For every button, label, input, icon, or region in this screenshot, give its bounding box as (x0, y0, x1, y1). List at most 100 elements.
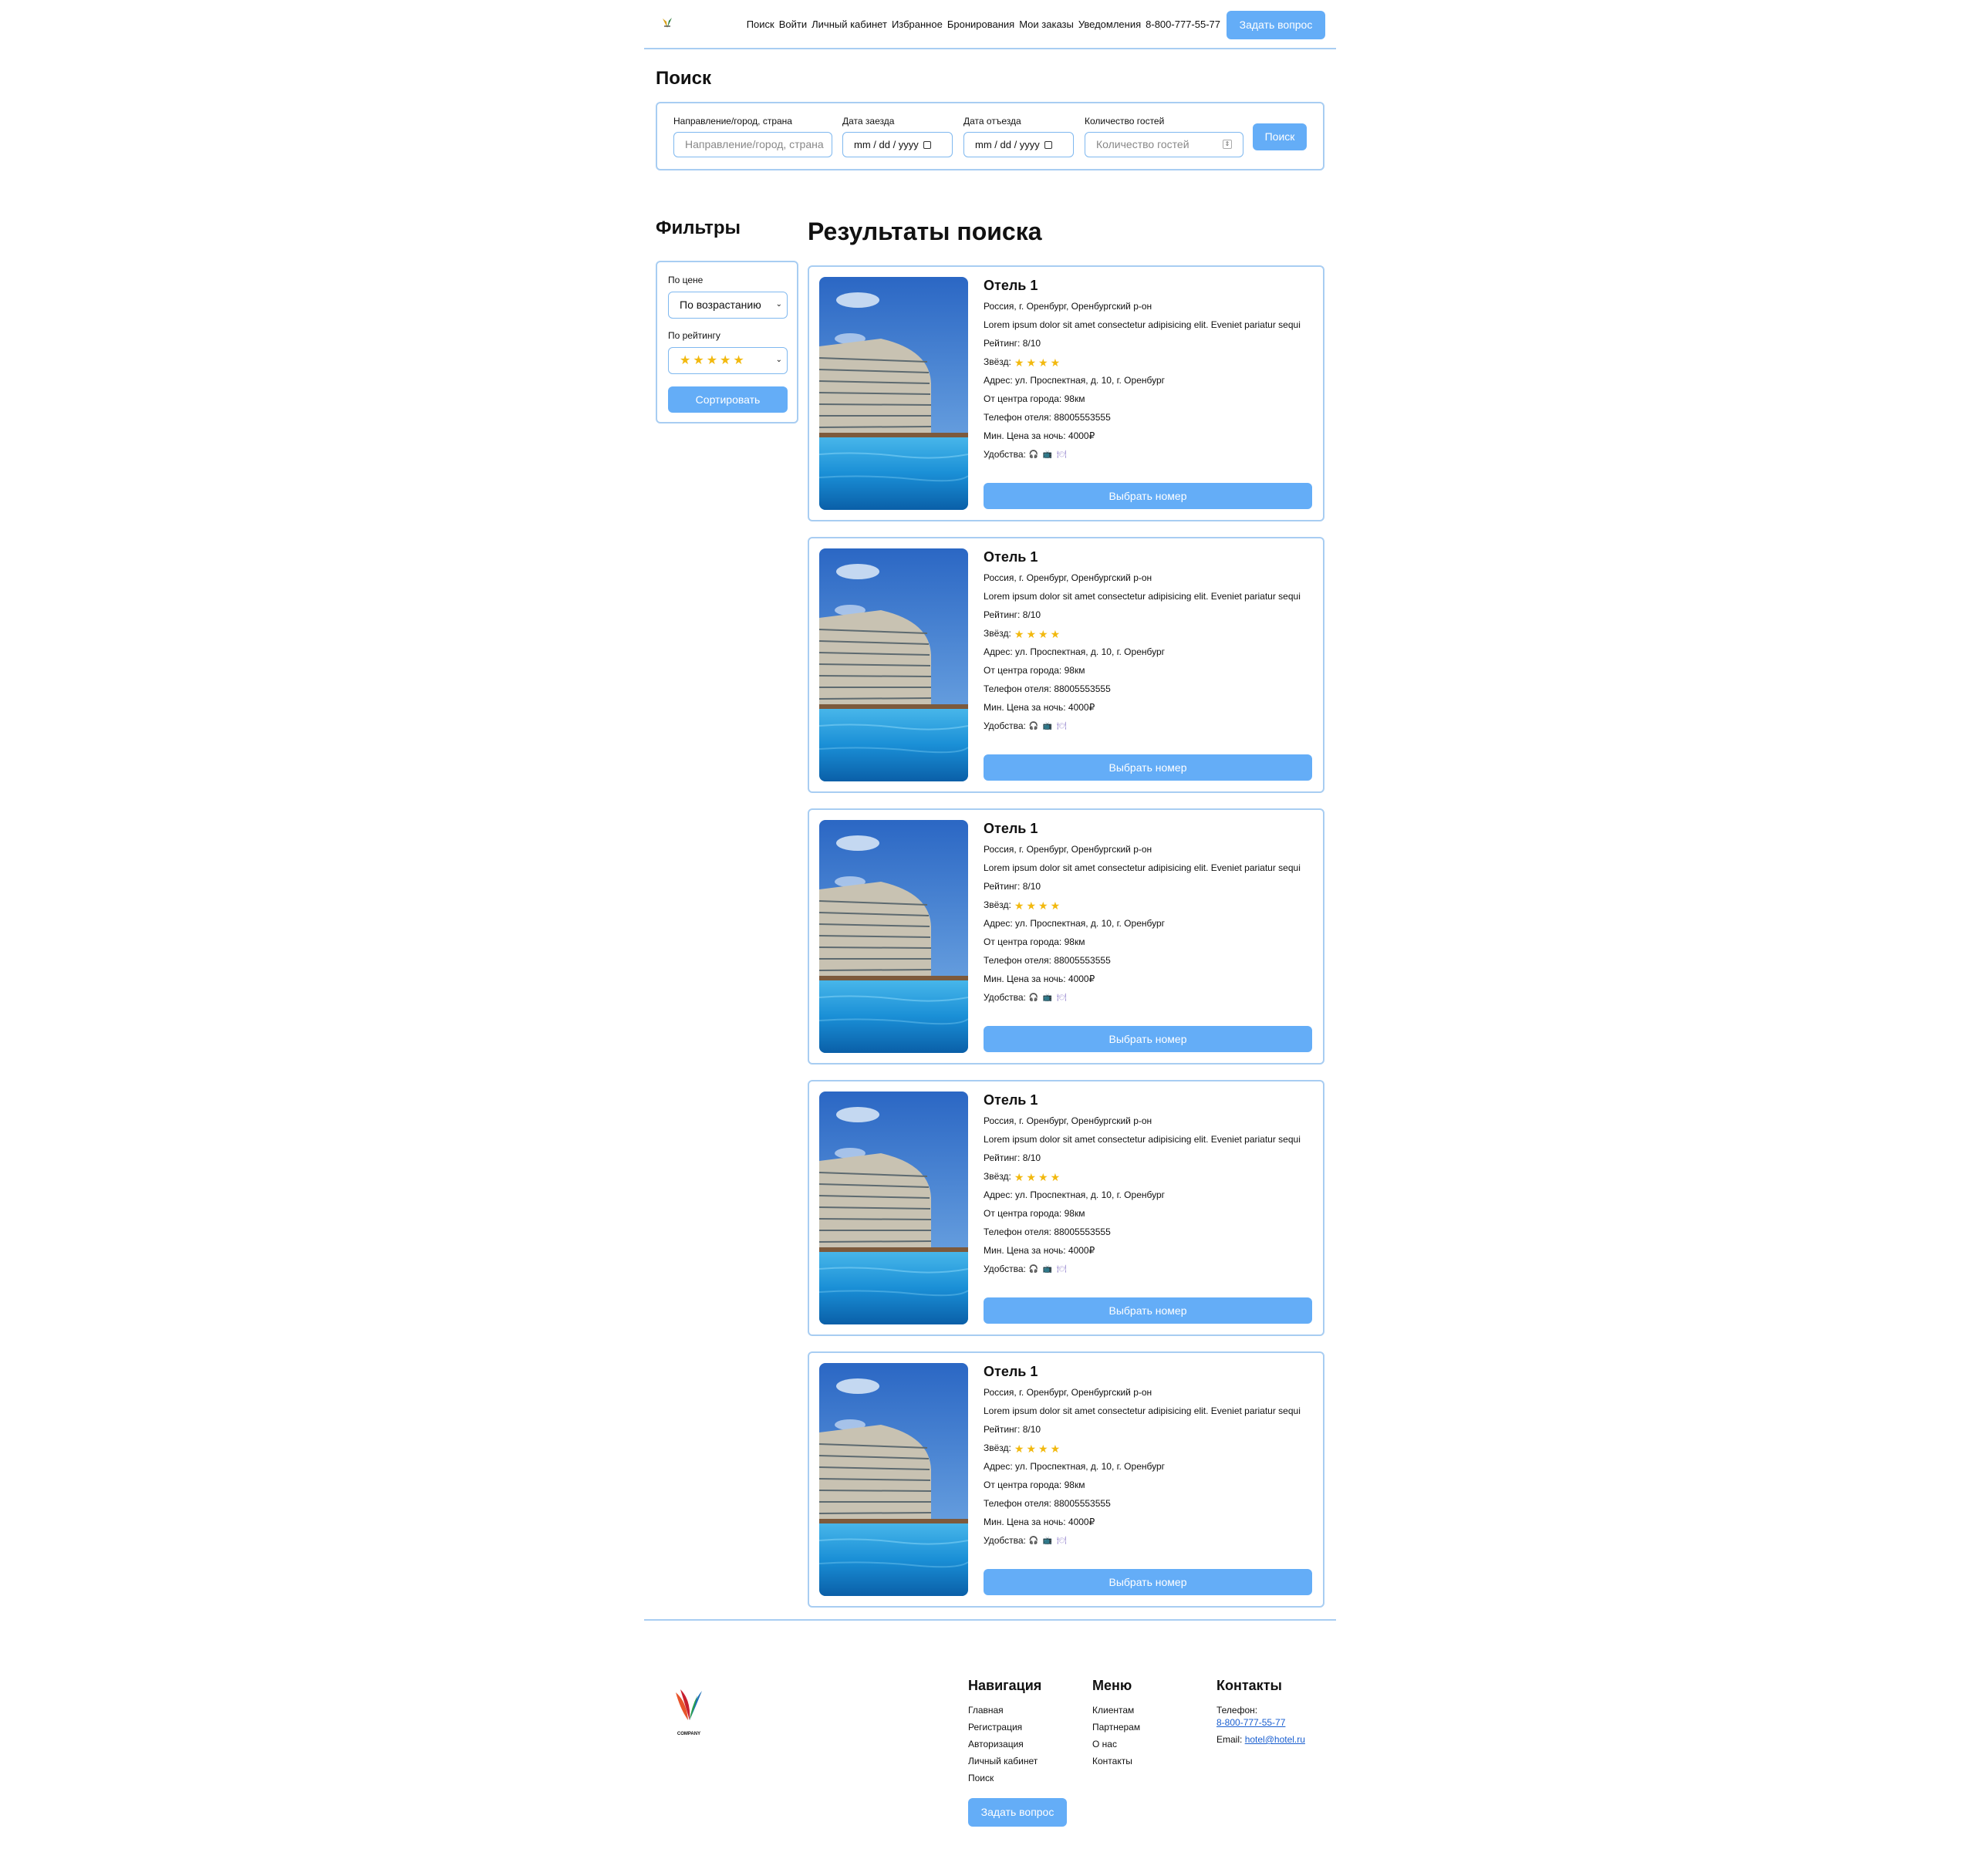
hotel-distance: От центра города: 98км (984, 393, 1085, 404)
nav-notifications[interactable]: Уведомления (1078, 19, 1141, 30)
tv-icon: 📺 (1042, 450, 1053, 459)
footer-ask-question-button[interactable]: Задать вопрос (968, 1798, 1067, 1827)
footer-link-home[interactable]: Главная (968, 1705, 1041, 1716)
choose-room-button[interactable]: Выбрать номер (984, 483, 1312, 509)
destination-input[interactable]: Направление/город, страна (673, 132, 832, 157)
nav-orders[interactable]: Мои заказы (1019, 19, 1074, 30)
chevron-down-icon: ⌄ (775, 300, 782, 309)
hotel-info: Отель 1 Россия, г. Оренбург, Оренбургский… (984, 821, 1315, 1010)
footer-link-login[interactable]: Авторизация (968, 1739, 1041, 1749)
choose-room-button[interactable]: Выбрать номер (984, 1297, 1312, 1324)
nav-favorites[interactable]: Избранное (892, 19, 943, 30)
headphones-icon: 🎧 (1028, 1536, 1039, 1545)
footer-menu-title: Меню (1092, 1678, 1132, 1693)
checkin-group: Дата заезда mm / dd / yyyy (842, 116, 953, 157)
footer-link-clients[interactable]: Клиентам (1092, 1705, 1140, 1716)
star-icon: ★ (1050, 1442, 1061, 1455)
footer-link-register[interactable]: Регистрация (968, 1722, 1041, 1733)
hotel-stars-label: Звёзд: (984, 1171, 1011, 1182)
hotel-address: Адрес: ул. Проспектная, д. 10, г. Оренбу… (984, 1461, 1166, 1472)
hotel-stars-label: Звёзд: (984, 899, 1011, 910)
star-icon: ★ (1038, 356, 1048, 369)
footer-email-link[interactable]: hotel@hotel.ru (1245, 1734, 1305, 1745)
hotel-card: Отель 1 Россия, г. Оренбург, Оренбургский… (808, 808, 1324, 1065)
hotel-price: Мин. Цена за ночь: 4000₽ (984, 973, 1095, 984)
spinner-icon[interactable]: ⇕ (1223, 140, 1232, 149)
star-icon: ★ (1026, 1442, 1036, 1455)
footer-navigation-title: Навигация (968, 1678, 1042, 1693)
footer-navigation: Навигация Главная Регистрация Авторизаци… (968, 1678, 1041, 1790)
star-icon: ★ (1014, 1442, 1024, 1455)
headphones-icon: 🎧 (1028, 1264, 1039, 1274)
restaurant-icon: 🍽 (1056, 721, 1067, 730)
footer-phone-link[interactable]: 8-800-777-55-77 (1216, 1717, 1285, 1728)
nav-account[interactable]: Личный кабинет (812, 19, 887, 30)
tv-icon: 📺 (1042, 721, 1053, 730)
choose-room-button[interactable]: Выбрать номер (984, 754, 1312, 781)
checkin-date-input[interactable]: mm / dd / yyyy (842, 132, 953, 157)
price-filter-label: По цене (668, 275, 704, 285)
results-title: Результаты поиска (808, 218, 1042, 245)
hotel-price: Мин. Цена за ночь: 4000₽ (984, 1517, 1095, 1527)
nav-phone[interactable]: 8-800-777-55-77 (1146, 19, 1220, 30)
price-sort-value: По возрастанию (680, 299, 761, 311)
hotel-photo[interactable] (819, 277, 968, 510)
nav-bookings[interactable]: Бронирования (947, 19, 1014, 30)
hotel-amenities-row: Удобства: 🎧 📺 🍽 (984, 448, 1315, 461)
hotel-stars-row: Звёзд: ★ ★ ★ ★ (984, 1442, 1315, 1454)
hotel-amenities-label: Удобства: (984, 1264, 1026, 1274)
footer-link-contacts[interactable]: Контакты (1092, 1756, 1140, 1766)
calendar-icon[interactable] (1044, 140, 1052, 149)
hotel-amenities-label: Удобства: (984, 992, 1026, 1003)
footer-contacts: Контакты Телефон: 8-800-777-55-77 Email:… (1216, 1678, 1305, 1751)
nav-search[interactable]: Поиск (747, 19, 774, 30)
hotel-description: Lorem ipsum dolor sit amet consectetur a… (984, 1134, 1301, 1145)
hotel-photo[interactable] (819, 548, 968, 781)
hotel-photo[interactable] (819, 1363, 968, 1596)
hotel-amenities: 🎧 📺 🍽 (1028, 1264, 1067, 1274)
price-sort-select[interactable]: По возрастанию ⌄ (668, 292, 788, 319)
star-icon: ★ (1038, 899, 1048, 912)
hotel-card: Отель 1 Россия, г. Оренбург, Оренбургский… (808, 1080, 1324, 1336)
sort-button[interactable]: Сортировать (668, 386, 788, 413)
hotel-rating: Рейтинг: 8/10 (984, 1424, 1041, 1435)
rating-stars: ★ ★ ★ ★ ★ (680, 355, 744, 367)
hotel-price: Мин. Цена за ночь: 4000₽ (984, 702, 1095, 713)
footer-link-about[interactable]: О нас (1092, 1739, 1140, 1749)
footer-menu: Меню Клиентам Партнерам О нас Контакты (1092, 1678, 1140, 1773)
nav-login[interactable]: Войти (779, 19, 807, 30)
hotel-distance: От центра города: 98км (984, 1480, 1085, 1490)
calendar-icon[interactable] (923, 140, 931, 149)
rating-filter-label: По рейтингу (668, 330, 720, 341)
star-icon: ★ (1050, 356, 1061, 369)
star-icon: ★ (1026, 627, 1036, 640)
search-button[interactable]: Поиск (1253, 123, 1307, 150)
hotel-stars: ★ ★ ★ ★ (1014, 629, 1060, 639)
hotel-phone: Телефон отеля: 88005553555 (984, 1498, 1111, 1509)
hotel-photo[interactable] (819, 820, 968, 1053)
rating-select[interactable]: ★ ★ ★ ★ ★ ⌄ (668, 347, 788, 374)
site-header: Поиск Войти Личный кабинет Избранное Бро… (644, 0, 1336, 49)
destination-label: Направление/город, страна (673, 116, 792, 127)
checkout-date-input[interactable]: mm / dd / yyyy (963, 132, 1074, 157)
company-logo-icon[interactable] (660, 15, 675, 31)
footer-link-partners[interactable]: Партнерам (1092, 1722, 1140, 1733)
footer-logo[interactable]: COMPANY (671, 1686, 707, 1736)
hotel-description: Lorem ipsum dolor sit amet consectetur a… (984, 591, 1301, 602)
hotel-photo[interactable] (819, 1092, 968, 1324)
tv-icon: 📺 (1042, 1536, 1053, 1545)
star-icon: ★ (1026, 356, 1036, 369)
hotel-distance: От центра города: 98км (984, 936, 1085, 947)
star-icon: ★ (1050, 1170, 1061, 1183)
hotel-phone: Телефон отеля: 88005553555 (984, 412, 1111, 423)
hotel-description: Lorem ipsum dolor sit amet consectetur a… (984, 1405, 1301, 1416)
guests-group: Количество гостей Количество гостей ⇕ (1085, 116, 1243, 157)
hotel-amenities: 🎧 📺 🍽 (1029, 721, 1067, 731)
footer-link-account[interactable]: Личный кабинет (968, 1756, 1041, 1766)
guests-input[interactable]: Количество гостей ⇕ (1085, 132, 1243, 157)
star-icon: ★ (706, 354, 718, 368)
choose-room-button[interactable]: Выбрать номер (984, 1569, 1312, 1595)
footer-link-search[interactable]: Поиск (968, 1773, 1041, 1783)
choose-room-button[interactable]: Выбрать номер (984, 1026, 1312, 1052)
ask-question-button[interactable]: Задать вопрос (1227, 11, 1325, 39)
